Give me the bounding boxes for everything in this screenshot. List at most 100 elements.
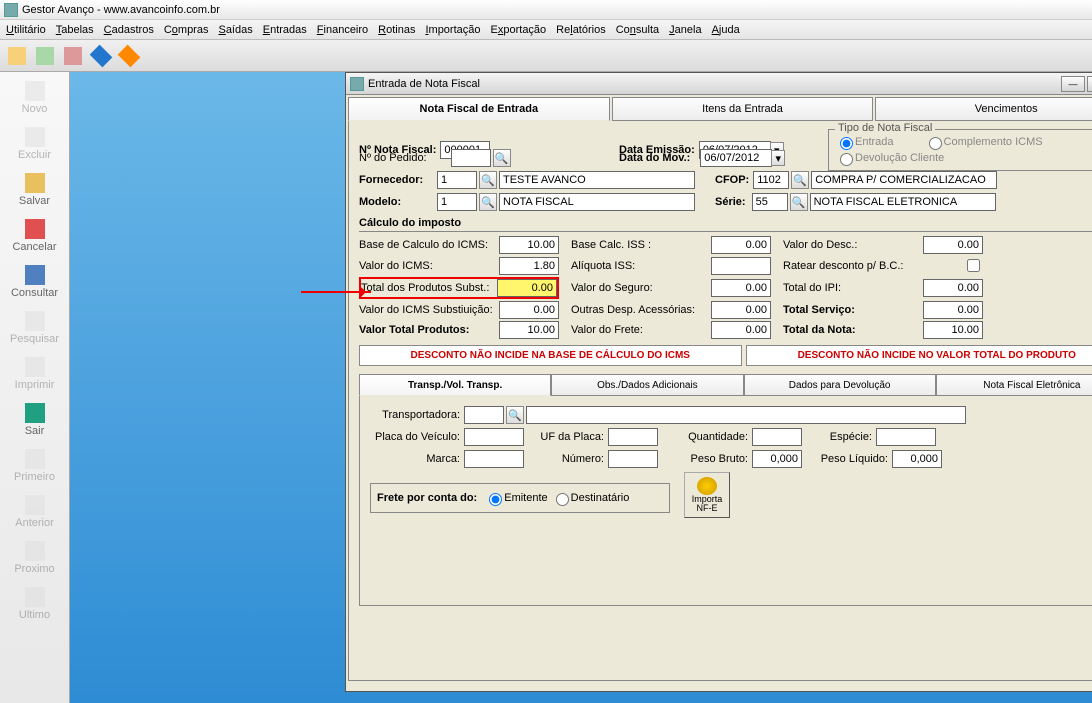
calc-row-6: Total dos Produtos Subst.:: [359, 277, 559, 299]
radio-devolucao[interactable]: [840, 153, 853, 166]
lookup-fornecedor[interactable]: 🔍: [479, 171, 497, 189]
subtab-transportadora[interactable]: Transp./Vol. Transp.: [359, 374, 551, 396]
menu-saidas[interactable]: Saídas: [218, 24, 252, 36]
toolbar-btn-gem-blue[interactable]: [88, 43, 114, 69]
input-qtd[interactable]: [752, 428, 802, 446]
tab-vencimentos[interactable]: Vencimentos: [875, 97, 1092, 121]
menu-relatorios[interactable]: Relatórios: [556, 24, 606, 36]
sidebar-icon: [25, 495, 45, 515]
input-calc-10[interactable]: [711, 301, 771, 319]
maximize-button[interactable]: ☐: [1087, 76, 1092, 92]
input-transportadora-name: [526, 406, 966, 424]
warning-1: DESCONTO NÃO INCIDE NA BASE DE CÁLCULO D…: [359, 345, 742, 366]
menu-tabelas[interactable]: Tabelas: [56, 24, 94, 36]
toolbar-btn-1[interactable]: [4, 43, 30, 69]
modal-titlebar: Entrada de Nota Fiscal — ☐ ✕: [346, 73, 1092, 95]
sidebar-btn-cancelar[interactable]: Cancelar: [5, 214, 65, 258]
input-calc-12[interactable]: [499, 321, 559, 339]
input-peso-bruto[interactable]: [752, 450, 802, 468]
toolbar-btn-2[interactable]: [32, 43, 58, 69]
dropdown-data-mov[interactable]: ▾: [771, 150, 785, 166]
sidebar-btn-consultar[interactable]: Consultar: [5, 260, 65, 304]
app-title: Gestor Avanço - www.avancoinfo.com.br: [22, 4, 220, 16]
lookup-transportadora[interactable]: 🔍: [506, 406, 524, 424]
input-calc-3[interactable]: [499, 257, 559, 275]
input-calc-14[interactable]: [923, 321, 983, 339]
sidebar-icon: [25, 587, 45, 607]
menu-ajuda[interactable]: Ajuda: [712, 24, 740, 36]
lbl-numero: Número:: [534, 453, 604, 465]
calc-row-4: Alíquota ISS:: [571, 256, 771, 275]
input-numero[interactable]: [608, 450, 658, 468]
input-serie-code[interactable]: [752, 193, 788, 211]
coins-icon: [697, 477, 717, 495]
menu-exportacao[interactable]: Exportação: [491, 24, 547, 36]
button-importa-nfe[interactable]: Importa NF-E: [684, 472, 730, 518]
input-especie[interactable]: [876, 428, 936, 446]
radio-entrada[interactable]: [840, 137, 853, 150]
lookup-pedido[interactable]: 🔍: [493, 149, 511, 167]
input-transportadora-code[interactable]: [464, 406, 504, 424]
calc-row-8: Total do IPI:: [783, 277, 983, 299]
menu-entradas[interactable]: Entradas: [263, 24, 307, 36]
menu-importacao[interactable]: Importação: [425, 24, 480, 36]
menu-cadastros[interactable]: Cadastros: [104, 24, 154, 36]
input-num-pedido[interactable]: [451, 149, 491, 167]
menu-compras[interactable]: Compras: [164, 24, 209, 36]
lookup-modelo[interactable]: 🔍: [479, 193, 497, 211]
toolbar-btn-gem-orange[interactable]: [116, 43, 142, 69]
input-calc-11[interactable]: [923, 301, 983, 319]
input-calc-1[interactable]: [711, 236, 771, 254]
input-calc-8[interactable]: [923, 279, 983, 297]
sidebar-icon: [25, 265, 45, 285]
toolbar-btn-3[interactable]: [60, 43, 86, 69]
input-serie-name: [810, 193, 996, 211]
input-calc-9[interactable]: [499, 301, 559, 319]
lbl-uf: UF da Placa:: [534, 431, 604, 443]
subtab-obs[interactable]: Obs./Dados Adicionais: [551, 374, 743, 396]
input-fornecedor-code[interactable]: [437, 171, 477, 189]
input-calc-2[interactable]: [923, 236, 983, 254]
lookup-cfop[interactable]: 🔍: [791, 171, 809, 189]
input-marca[interactable]: [464, 450, 524, 468]
tab-nota-fiscal-entrada[interactable]: Nota Fiscal de Entrada: [348, 97, 610, 121]
lookup-serie[interactable]: 🔍: [790, 193, 808, 211]
input-placa[interactable]: [464, 428, 524, 446]
tab-itens-entrada[interactable]: Itens da Entrada: [612, 97, 874, 121]
input-uf[interactable]: [608, 428, 658, 446]
lbl-placa: Placa do Veículo:: [370, 431, 460, 443]
calc-row-12: Valor Total Produtos:: [359, 321, 559, 339]
subpanel-transportadora: Transportadora: 🔍 Placa do Veículo: UF d…: [359, 396, 1092, 606]
menu-utilitario[interactable]: Utilitário: [6, 24, 46, 36]
checkbox-ratear[interactable]: [967, 259, 980, 272]
sidebar-btn-excluir: Excluir: [5, 122, 65, 166]
minimize-button[interactable]: —: [1061, 76, 1085, 92]
sidebar-btn-primeiro: Primeiro: [5, 444, 65, 488]
input-data-mov[interactable]: [700, 149, 772, 167]
input-calc-4[interactable]: [711, 257, 771, 275]
subtab-nfe[interactable]: Nota Fiscal Eletrônica: [936, 374, 1092, 396]
sidebar-btn-sair[interactable]: Sair: [5, 398, 65, 442]
input-peso-liq[interactable]: [892, 450, 942, 468]
input-modelo-code[interactable]: [437, 193, 477, 211]
input-cfop-code[interactable]: [753, 171, 789, 189]
radio-complemento[interactable]: [929, 137, 942, 150]
sidebar-btn-salvar[interactable]: Salvar: [5, 168, 65, 212]
input-modelo-name: [499, 193, 695, 211]
input-calc-6[interactable]: [497, 279, 557, 297]
input-calc-7[interactable]: [711, 279, 771, 297]
menu-financeiro[interactable]: Financeiro: [317, 24, 368, 36]
input-calc-0[interactable]: [499, 236, 559, 254]
input-calc-13[interactable]: [711, 321, 771, 339]
subtab-devolucao[interactable]: Dados para Devolução: [744, 374, 936, 396]
sidebar-btn-proximo: Proximo: [5, 536, 65, 580]
calc-row-7: Valor do Seguro:: [571, 277, 771, 299]
lbl-peso-liq: Peso Líquido:: [812, 453, 888, 465]
calc-row-9: Valor do ICMS Substiuição:: [359, 301, 559, 319]
radio-destinatario[interactable]: [556, 493, 569, 506]
annotation-arrow: [301, 291, 371, 293]
radio-emitente[interactable]: [489, 493, 502, 506]
menu-consulta[interactable]: Consulta: [616, 24, 659, 36]
menu-rotinas[interactable]: Rotinas: [378, 24, 415, 36]
menu-janela[interactable]: Janela: [669, 24, 701, 36]
